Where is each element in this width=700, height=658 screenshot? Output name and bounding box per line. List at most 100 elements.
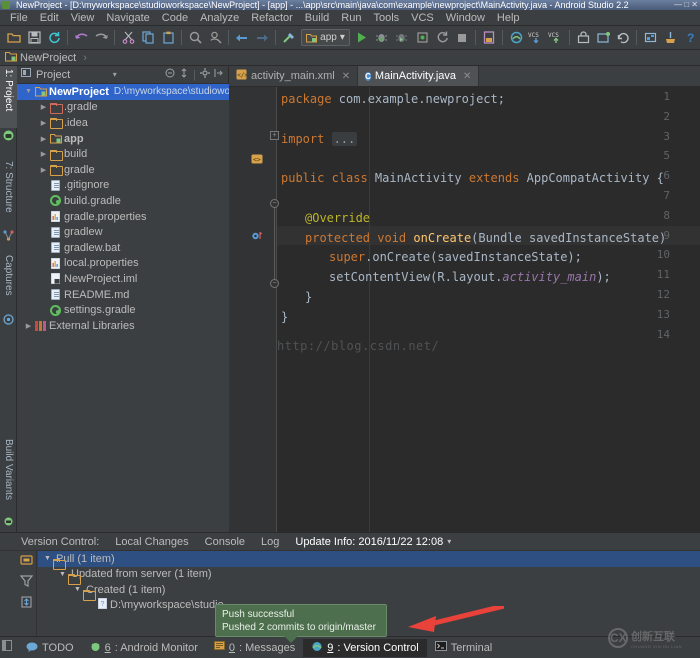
breadcrumb[interactable]: NewProject ›: [4, 51, 87, 65]
tree-expand-arrow-icon[interactable]: ▼: [23, 88, 34, 95]
help-icon[interactable]: ?: [680, 27, 700, 48]
project-tree-row[interactable]: local.properties: [17, 256, 229, 272]
find-icon[interactable]: [185, 27, 205, 48]
vcs-tree-row[interactable]: ▼ Updated from server (1 item): [38, 567, 700, 583]
sidebar-item-captures[interactable]: Captures: [0, 252, 17, 312]
chevron-down-icon[interactable]: ▾: [340, 32, 345, 43]
maximize-button[interactable]: □: [684, 0, 689, 9]
settings-gear-icon[interactable]: [200, 68, 210, 81]
filter-icon[interactable]: [19, 575, 34, 590]
forward-icon[interactable]: [252, 27, 272, 48]
class-marker-icon[interactable]: <>: [251, 153, 263, 165]
sidebar-item-structure[interactable]: 7: Structure: [0, 158, 17, 228]
tree-expand-arrow-icon[interactable]: ▶: [38, 135, 49, 143]
close-tab-icon[interactable]: ✕: [342, 71, 350, 82]
cut-icon[interactable]: [118, 27, 138, 48]
project-tree-row[interactable]: gradlew: [17, 224, 229, 240]
run-configuration-selector[interactable]: app ▾: [301, 29, 350, 46]
tab-log[interactable]: Log: [253, 536, 287, 548]
tab-console[interactable]: Console: [197, 536, 253, 548]
chevron-down-icon[interactable]: ▾: [447, 537, 451, 546]
sidebar-item-project[interactable]: 1: Project: [0, 66, 17, 128]
fold-collapse-icon-inner[interactable]: −: [270, 279, 279, 288]
fold-expand-icon[interactable]: +: [270, 131, 279, 140]
minimize-button[interactable]: —: [674, 0, 682, 9]
update-info-label[interactable]: Update Info: 2016/11/22 12:08: [287, 536, 451, 548]
statusbar-item-android-monitor[interactable]: 6: Android Monitor: [82, 639, 206, 657]
open-folder-icon[interactable]: [4, 27, 24, 48]
fold-collapse-icon[interactable]: −: [270, 199, 279, 208]
project-tree-row[interactable]: gradle.properties: [17, 209, 229, 225]
menu-item-window[interactable]: Window: [440, 11, 491, 25]
chevron-down-icon[interactable]: ▾: [113, 70, 117, 79]
editor-tab-MainActivity-java[interactable]: C MainActivity.java ✕: [358, 66, 480, 86]
project-tree-row[interactable]: ▶ app: [17, 131, 229, 147]
expand-all-icon[interactable]: [179, 68, 189, 81]
paste-icon[interactable]: [158, 27, 178, 48]
run-icon[interactable]: [352, 27, 372, 48]
device-monitor-icon[interactable]: [660, 27, 680, 48]
hide-panel-icon[interactable]: [214, 68, 224, 81]
vcs-tree-row[interactable]: ▼ Created (1 item): [38, 582, 700, 598]
menu-item-navigate[interactable]: Navigate: [100, 11, 155, 25]
find-usages-icon[interactable]: [205, 27, 225, 48]
back-icon[interactable]: [232, 27, 252, 48]
menu-item-help[interactable]: Help: [491, 11, 526, 25]
save-all-icon[interactable]: [24, 27, 44, 48]
tree-expand-arrow-icon[interactable]: ▼: [42, 555, 53, 562]
project-tree-row[interactable]: ▶ build: [17, 146, 229, 162]
menu-item-tools[interactable]: Tools: [367, 11, 405, 25]
folded-imports-placeholder[interactable]: ...: [331, 131, 358, 146]
project-tree-row[interactable]: settings.gradle: [17, 302, 229, 318]
tree-expand-arrow-icon[interactable]: ▶: [38, 103, 49, 111]
tree-expand-arrow-icon[interactable]: ▶: [23, 322, 34, 330]
run-coverage-icon[interactable]: [392, 27, 412, 48]
menu-item-file[interactable]: File: [4, 11, 34, 25]
sidebar-item-build-variants[interactable]: Build Variants: [0, 436, 17, 514]
vcs-tree-row[interactable]: ▼ Pull (1 item): [38, 551, 700, 567]
menu-item-run[interactable]: Run: [335, 11, 367, 25]
project-view-label[interactable]: Project: [36, 69, 70, 81]
menu-item-build[interactable]: Build: [299, 11, 335, 25]
override-method-marker-icon[interactable]: [251, 229, 263, 241]
tree-expand-arrow-icon[interactable]: ▼: [72, 586, 83, 593]
apply-changes-icon[interactable]: [432, 27, 452, 48]
settings-icon[interactable]: [573, 27, 593, 48]
tab-local-changes[interactable]: Local Changes: [107, 536, 196, 548]
tree-expand-arrow-icon[interactable]: ▶: [38, 166, 49, 174]
show-tool-windows-icon[interactable]: [2, 640, 12, 652]
group-by-icon[interactable]: [20, 554, 33, 569]
code-editor[interactable]: 1 2 3 5 6 7 8 9 10 11 12 13 14 + − − <> package com.…: [229, 87, 700, 532]
project-tree-row[interactable]: ▼ NewProject D:\myworkspace\studiowork: [17, 84, 229, 100]
sync-icon[interactable]: [44, 27, 64, 48]
copy-icon[interactable]: [138, 27, 158, 48]
tree-expand-arrow-icon[interactable]: ▶: [38, 119, 49, 127]
redo-icon[interactable]: [91, 27, 111, 48]
menu-item-code[interactable]: Code: [156, 11, 194, 25]
layout-inspector-icon[interactable]: [640, 27, 660, 48]
menu-item-view[interactable]: View: [65, 11, 101, 25]
breadcrumb-project-label[interactable]: NewProject: [20, 52, 76, 64]
project-tree-row[interactable]: build.gradle: [17, 193, 229, 209]
tree-expand-arrow-icon[interactable]: ▶: [38, 150, 49, 158]
window-controls[interactable]: — □ ✕: [674, 0, 698, 10]
project-tree-row[interactable]: ▶ .gradle: [17, 100, 229, 116]
project-tree-row[interactable]: ▶ gradle: [17, 162, 229, 178]
project-tree-row[interactable]: ▶ .idea: [17, 115, 229, 131]
project-tree-row[interactable]: README.md: [17, 287, 229, 303]
project-tree[interactable]: ▼ NewProject D:\myworkspace\studiowork ▶ .gr…: [17, 84, 229, 532]
menu-item-analyze[interactable]: Analyze: [194, 11, 245, 25]
menu-item-vcs[interactable]: VCS: [405, 11, 440, 25]
project-tree-row[interactable]: NewProject.iml: [17, 271, 229, 287]
attach-debugger-icon[interactable]: [412, 27, 432, 48]
menu-item-refactor[interactable]: Refactor: [245, 11, 299, 25]
push-successful-notification[interactable]: Push successful Pushed 2 commits to orig…: [215, 604, 387, 643]
revert-icon[interactable]: [613, 27, 633, 48]
sdk-manager-icon[interactable]: [506, 27, 526, 48]
menu-item-edit[interactable]: Edit: [34, 11, 65, 25]
vcs-commit-icon[interactable]: VCS: [546, 27, 566, 48]
project-tree-row[interactable]: gradlew.bat: [17, 240, 229, 256]
tree-expand-arrow-icon[interactable]: ▼: [57, 571, 68, 578]
statusbar-item-terminal[interactable]: Terminal: [427, 639, 501, 656]
expand-collapse-icon[interactable]: [20, 596, 33, 611]
